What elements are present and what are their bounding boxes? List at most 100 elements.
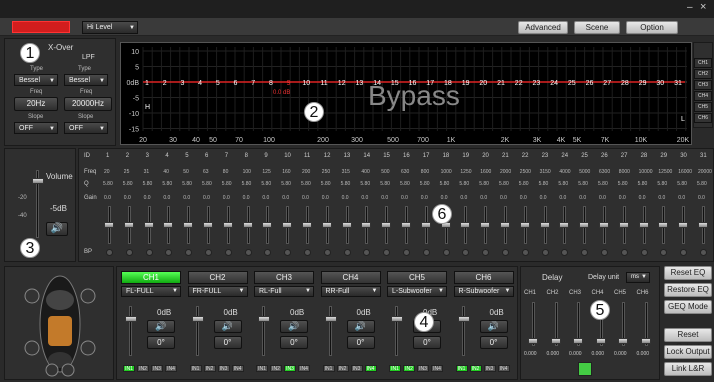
eq-point[interactable]: 1 bbox=[145, 80, 149, 87]
eq-point[interactable]: 12 bbox=[338, 80, 346, 87]
action-button[interactable]: Lock Output bbox=[664, 345, 712, 359]
eq-bypass-toggle[interactable] bbox=[224, 249, 232, 256]
eq-band-freq[interactable]: 8000 bbox=[619, 169, 630, 175]
eq-band-freq[interactable]: 3150 bbox=[540, 169, 551, 175]
eq-band-slider-knob[interactable] bbox=[381, 222, 392, 228]
channel-input-toggle[interactable]: IN2 bbox=[270, 365, 282, 372]
eq-band-freq[interactable]: 31 bbox=[144, 169, 150, 175]
eq-band-gain[interactable]: 0.0 bbox=[243, 195, 250, 201]
eq-bypass-toggle[interactable] bbox=[640, 249, 648, 256]
eq-band-q[interactable]: 5.80 bbox=[301, 181, 311, 187]
channel-input-toggle[interactable]: IN1 bbox=[322, 365, 335, 372]
eq-band-slider-knob[interactable] bbox=[678, 222, 689, 228]
eq-band-gain[interactable]: 0.0 bbox=[144, 195, 151, 201]
eq-band-freq[interactable]: 16000 bbox=[678, 169, 692, 175]
eq-point[interactable]: 11 bbox=[320, 80, 327, 87]
eq-point[interactable]: 31 bbox=[674, 80, 682, 87]
eq-band-freq[interactable]: 630 bbox=[401, 169, 409, 175]
channel-route-select[interactable]: FL-FULL ▼ bbox=[121, 286, 181, 297]
eq-band-gain[interactable]: 0.0 bbox=[163, 195, 170, 201]
channel-phase-button[interactable]: 0° bbox=[413, 336, 441, 349]
delay-slider-knob[interactable] bbox=[550, 338, 561, 344]
eq-point[interactable]: 30 bbox=[656, 80, 664, 87]
eq-band-slider-knob[interactable] bbox=[104, 222, 114, 228]
channel-route-select[interactable]: RL-Full ▼ bbox=[254, 286, 314, 297]
eq-band-gain[interactable]: 0.0 bbox=[203, 195, 210, 201]
eq-bypass-toggle[interactable] bbox=[145, 249, 153, 256]
lpf-slope-select[interactable]: OFF ▼ bbox=[64, 122, 108, 134]
eq-bypass-toggle[interactable] bbox=[502, 249, 509, 256]
channel-mute-button[interactable]: 🔊 bbox=[213, 320, 242, 333]
eq-band-freq[interactable]: 160 bbox=[282, 169, 290, 175]
eq-band-gain[interactable]: 0.0 bbox=[698, 195, 705, 201]
channel-tab[interactable]: CH5 bbox=[387, 271, 447, 284]
eq-band-q[interactable]: 5.80 bbox=[182, 181, 192, 187]
eq-band-freq[interactable]: 12500 bbox=[658, 169, 672, 175]
channel-input-toggle[interactable]: IN3 bbox=[217, 365, 230, 372]
eq-bypass-toggle[interactable] bbox=[521, 249, 529, 256]
channel-input-toggle[interactable]: IN2 bbox=[203, 365, 216, 372]
channel-side-button[interactable]: CH3 bbox=[694, 80, 712, 90]
hpf-type-select[interactable]: Bessel ▼ bbox=[14, 74, 58, 86]
eq-band-gain[interactable]: 0.0 bbox=[262, 195, 269, 201]
eq-point[interactable]: 9 bbox=[287, 80, 291, 87]
channel-input-toggle[interactable]: IN2 bbox=[469, 365, 482, 372]
eq-band-q[interactable]: 5.80 bbox=[618, 181, 628, 187]
eq-band-slider-knob[interactable] bbox=[460, 222, 471, 228]
eq-band-freq[interactable]: 63 bbox=[203, 169, 209, 175]
eq-band-freq[interactable]: 800 bbox=[421, 169, 429, 175]
channel-gain-slider-track[interactable] bbox=[395, 306, 398, 356]
eq-band-slider-knob[interactable] bbox=[222, 222, 233, 228]
eq-bypass-toggle[interactable] bbox=[205, 249, 212, 256]
delay-slider-knob[interactable] bbox=[528, 338, 538, 344]
eq-bypass-toggle[interactable] bbox=[700, 249, 707, 256]
eq-point[interactable]: 20 bbox=[479, 80, 487, 87]
eq-point[interactable]: 3 bbox=[180, 80, 184, 87]
channel-gain-slider-knob[interactable] bbox=[258, 316, 270, 322]
eq-band-q[interactable]: 5.80 bbox=[202, 181, 212, 187]
channel-gain-slider-knob[interactable] bbox=[391, 316, 403, 322]
eq-point[interactable]: 27 bbox=[603, 80, 611, 87]
channel-input-toggle[interactable]: IN4 bbox=[497, 365, 510, 372]
eq-band-slider-knob[interactable] bbox=[183, 222, 194, 228]
eq-point[interactable]: 8 bbox=[269, 80, 273, 87]
channel-gain-slider-knob[interactable] bbox=[191, 316, 204, 322]
eq-band-gain[interactable]: 0.0 bbox=[282, 195, 289, 201]
brand-logo[interactable] bbox=[12, 21, 70, 33]
eq-band-q[interactable]: 5.80 bbox=[657, 181, 667, 187]
channel-gain-slider-knob[interactable] bbox=[324, 316, 337, 322]
eq-band-slider-knob[interactable] bbox=[302, 222, 312, 228]
eq-band-slider-knob[interactable] bbox=[341, 222, 352, 228]
eq-band-freq[interactable]: 200 bbox=[302, 169, 310, 175]
eq-bypass-toggle[interactable] bbox=[422, 249, 430, 256]
channel-gain-slider-track[interactable] bbox=[129, 306, 132, 356]
eq-band-freq[interactable]: 20000 bbox=[698, 169, 712, 175]
eq-band-freq[interactable]: 10000 bbox=[639, 169, 653, 175]
eq-band-freq[interactable]: 6300 bbox=[599, 169, 610, 175]
eq-band-gain[interactable]: 0.0 bbox=[183, 195, 190, 201]
eq-band-q[interactable]: 5.80 bbox=[103, 181, 113, 187]
channel-phase-button[interactable]: 0° bbox=[280, 336, 308, 349]
eq-bypass-toggle[interactable] bbox=[403, 249, 410, 256]
channel-input-toggle[interactable]: IN3 bbox=[483, 365, 496, 372]
channel-input-toggle[interactable]: IN2 bbox=[403, 365, 415, 372]
channel-mute-button[interactable]: 🔊 bbox=[147, 320, 175, 333]
eq-bypass-toggle[interactable] bbox=[244, 249, 252, 256]
lpf-freq-input[interactable]: 20000Hz bbox=[64, 97, 112, 111]
eq-band-slider-knob[interactable] bbox=[480, 222, 491, 228]
eq-band-gain[interactable]: 0.0 bbox=[104, 195, 111, 201]
channel-gain-slider-track[interactable] bbox=[195, 306, 199, 356]
channel-phase-button[interactable]: 0° bbox=[479, 336, 508, 349]
eq-band-slider-knob[interactable] bbox=[203, 222, 213, 228]
channel-phase-button[interactable]: 0° bbox=[147, 336, 175, 349]
eq-point[interactable]: 10 bbox=[302, 80, 310, 87]
eq-band-slider-knob[interactable] bbox=[401, 222, 411, 228]
eq-point[interactable]: 22 bbox=[515, 80, 523, 87]
eq-band-freq[interactable]: 2000 bbox=[500, 169, 511, 175]
eq-bypass-toggle[interactable] bbox=[106, 249, 113, 256]
eq-band-freq[interactable]: 5000 bbox=[579, 169, 590, 175]
option-button[interactable]: Option bbox=[626, 21, 678, 34]
eq-band-freq[interactable]: 2500 bbox=[520, 169, 531, 175]
eq-point[interactable]: 24 bbox=[550, 80, 558, 87]
eq-band-freq[interactable]: 125 bbox=[262, 169, 270, 175]
